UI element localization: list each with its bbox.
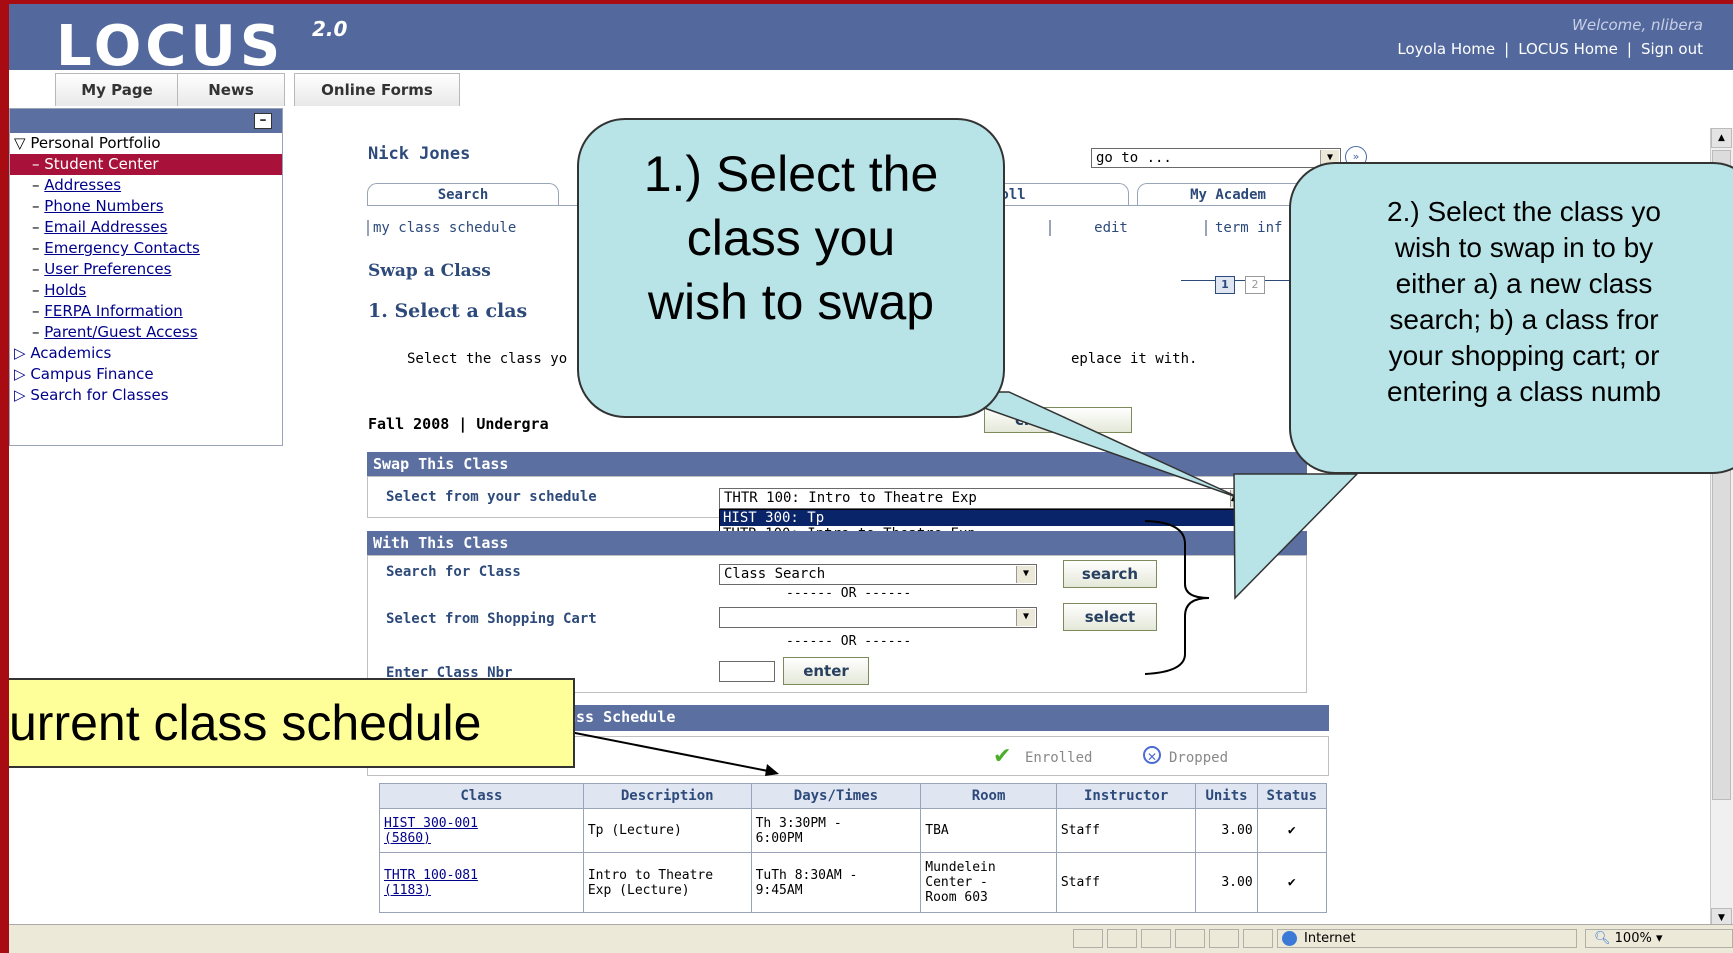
schedule-arrowhead (765, 764, 779, 776)
browser-window: LOCUS 2.0 Welcome, nlibera Loyola Home | L… (9, 4, 1733, 953)
bracket-brace (1144, 520, 1210, 675)
callout-select-class-to-swap: 1.) Select the class you wish to swap (577, 118, 1005, 418)
callout-current-schedule: urrent class schedule (9, 678, 575, 768)
callout-select-class-to-swap-in: 2.) Select the class yo wish to swap in … (1289, 162, 1733, 474)
callout2-tail (1233, 473, 1359, 600)
schedule-arrow (564, 730, 774, 773)
